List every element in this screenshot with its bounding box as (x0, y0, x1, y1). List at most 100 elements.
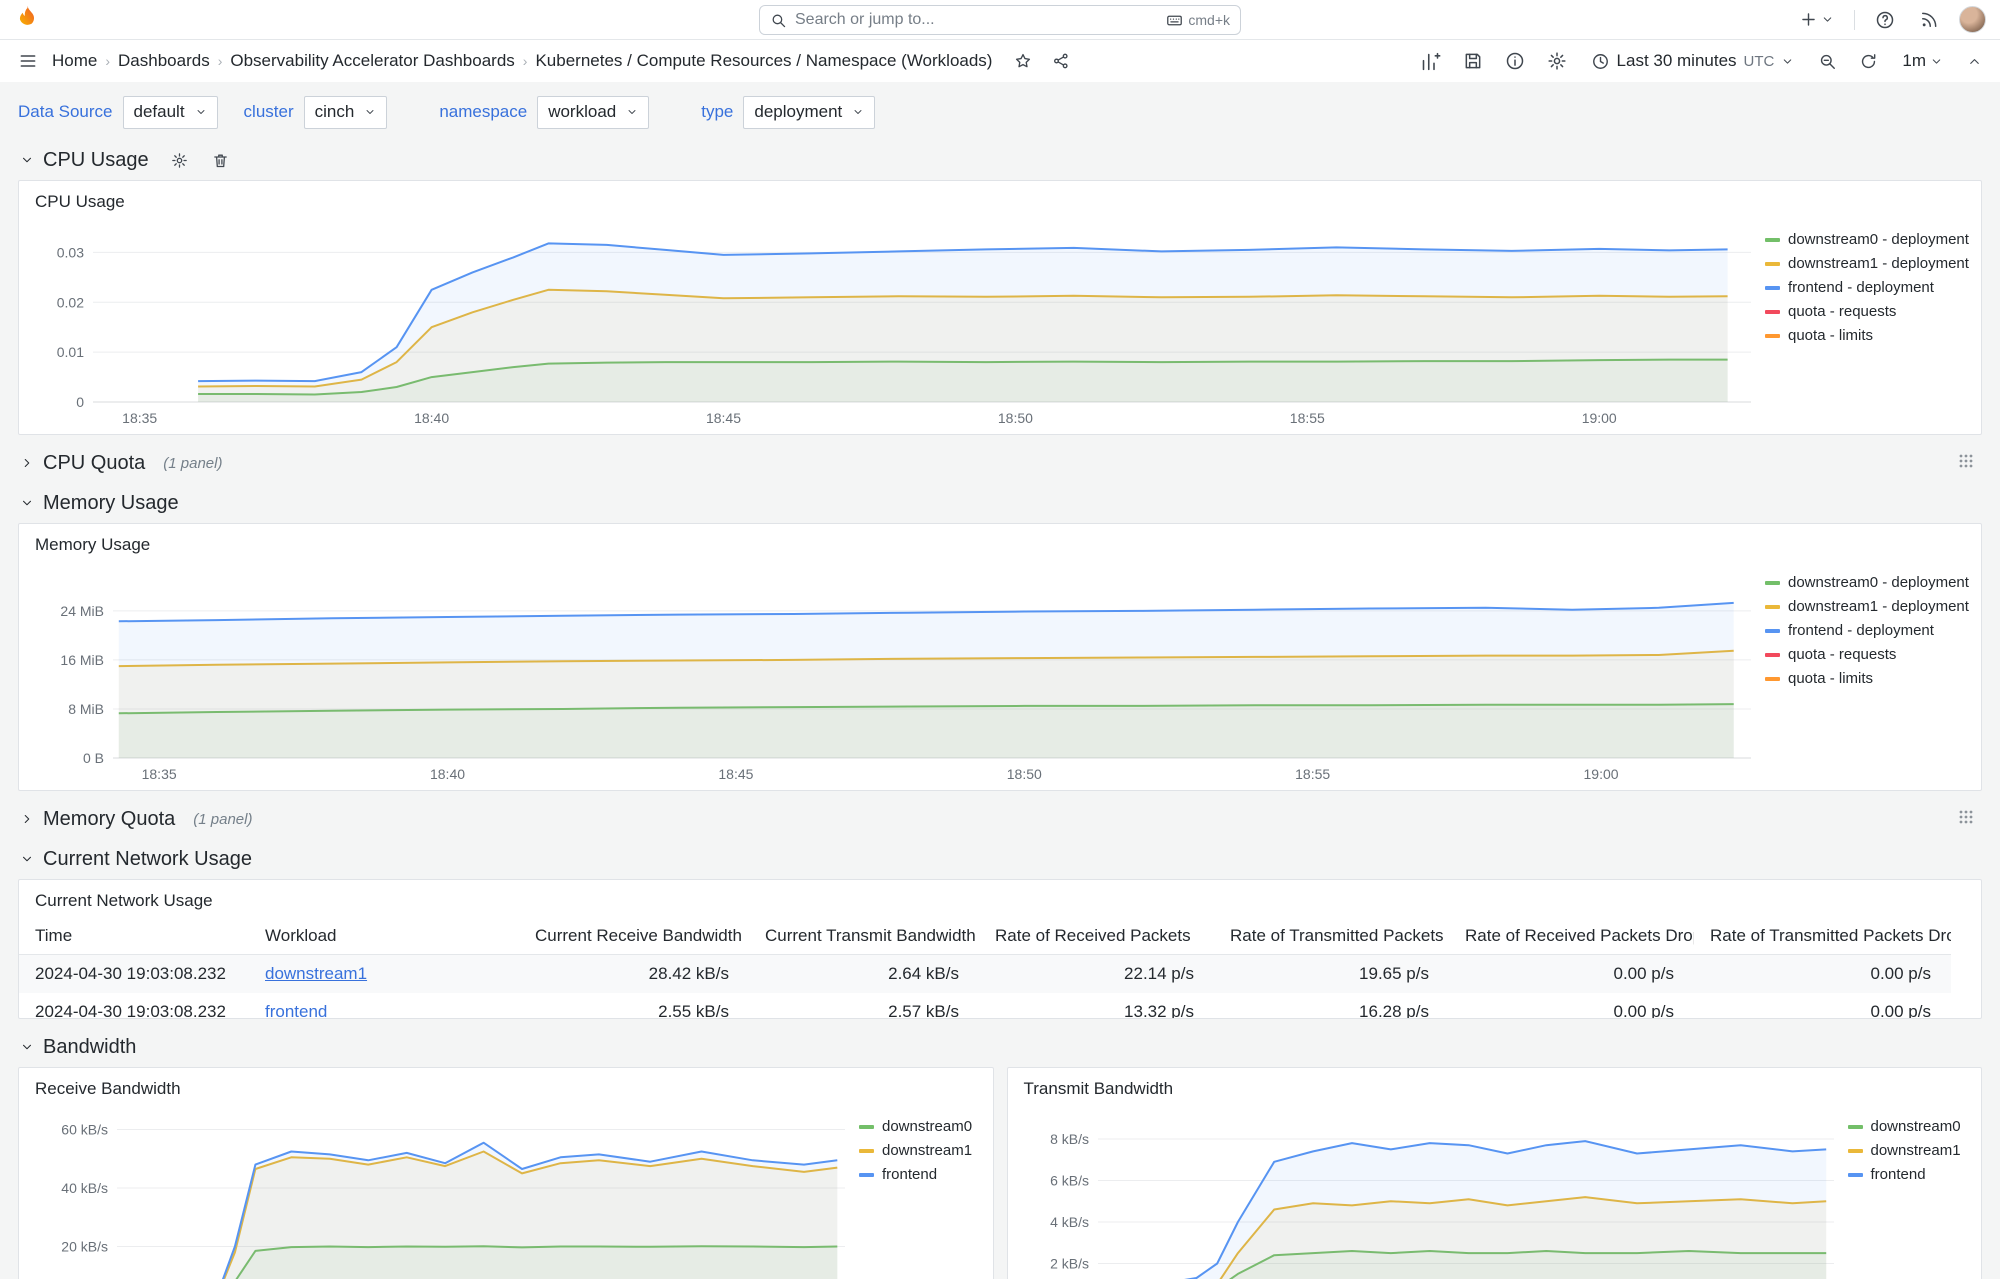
legend: downstream0 downstream1 frontend (1847, 1102, 1976, 1183)
column-header-workload[interactable]: Workload (249, 918, 519, 955)
drag-handle-icon[interactable] (1958, 453, 1974, 474)
legend-item[interactable]: frontend (1847, 1166, 1976, 1183)
row-delete-trash-button[interactable] (208, 148, 233, 173)
dashboard-canvas: Data Source default cluster cinch namesp… (0, 90, 2000, 1279)
variable-select-type[interactable]: deployment (743, 95, 876, 129)
column-header-received-packets[interactable]: Rate of Received Packets (979, 918, 1214, 955)
legend-item[interactable]: downstream0 - deployment (1765, 574, 1975, 591)
column-header-transmitted-dropped[interactable]: Rate of Transmitted Packets Drop (1694, 918, 1951, 955)
user-avatar[interactable] (1959, 6, 1986, 33)
svg-text:20 kB/s: 20 kB/s (61, 1239, 108, 1255)
legend-label: downstream0 (882, 1118, 973, 1135)
save-dashboard-button[interactable] (1459, 47, 1487, 75)
time-range-picker[interactable]: Last 30 minutes UTC (1585, 47, 1801, 75)
column-header-receive-bandwidth[interactable]: Current Receive Bandwidth (519, 918, 749, 955)
legend-item[interactable]: quota - requests (1765, 646, 1975, 663)
divider (1854, 9, 1855, 30)
panel-title[interactable]: CPU Usage (19, 181, 1981, 215)
cell-value: 2.64 kB/s (888, 964, 959, 983)
panel-title[interactable]: Receive Bandwidth (19, 1068, 993, 1102)
column-header-received-dropped[interactable]: Rate of Received Packets Droppe (1449, 918, 1694, 955)
section-header-cpu-quota[interactable]: CPU Quota (1 panel) (18, 443, 1982, 483)
cell-workload-link[interactable]: downstream1 (249, 955, 519, 994)
legend-label: downstream1 - deployment (1788, 255, 1969, 272)
variable-select-cluster[interactable]: cinch (303, 95, 388, 129)
legend-label: downstream1 (1870, 1142, 1961, 1159)
section-header-network-usage[interactable]: Current Network Usage (18, 839, 1982, 879)
panel-title[interactable]: Transmit Bandwidth (1008, 1068, 1982, 1102)
variable-select-namespace[interactable]: workload (537, 95, 650, 129)
search-shortcut: cmd+k (1166, 12, 1230, 29)
legend-item[interactable]: downstream0 (1847, 1118, 1976, 1135)
legend-item[interactable]: frontend - deployment (1765, 622, 1975, 639)
legend-item[interactable]: frontend - deployment (1765, 279, 1975, 296)
variable-label-datasource[interactable]: Data Source (18, 102, 113, 122)
panel-transmit-bandwidth: Transmit Bandwidth 0 B/s2 kB/s4 kB/s6 kB… (1006, 1067, 1982, 1279)
cpu-usage-chart[interactable]: 0 0.01 0.02 0.03 18:35 18:40 18:45 18:50 18:55 19… (29, 215, 1765, 430)
search-input[interactable] (795, 11, 1159, 29)
legend-item[interactable]: downstream0 (859, 1118, 987, 1135)
legend-item[interactable]: frontend (859, 1166, 987, 1183)
memory-usage-chart[interactable]: 0 B 8 MiB 16 MiB 24 MiB 18:35 18:40 18:45 18:50… (29, 558, 1765, 786)
share-button[interactable] (1048, 48, 1074, 74)
favorite-star-button[interactable] (1010, 48, 1036, 74)
refresh-interval-picker[interactable]: 1m (1896, 47, 1949, 75)
svg-text:18:45: 18:45 (718, 766, 753, 782)
cell-time: 2024-04-30 19:03:08.232 (35, 1002, 226, 1019)
row-settings-gear-button[interactable] (167, 148, 192, 173)
help-button[interactable] (1871, 6, 1899, 34)
drag-handle-icon[interactable] (1958, 809, 1974, 830)
zoom-out-button[interactable] (1814, 48, 1841, 75)
legend-item[interactable]: quota - limits (1765, 670, 1975, 687)
breadcrumb-dashboards[interactable]: Dashboards (118, 51, 210, 71)
panel-title[interactable]: Current Network Usage (19, 880, 1981, 914)
breadcrumb-folder[interactable]: Observability Accelerator Dashboards (230, 51, 514, 71)
panel-title[interactable]: Memory Usage (19, 524, 1981, 558)
legend-item[interactable]: downstream1 - deployment (1765, 255, 1975, 272)
legend-item[interactable]: downstream1 - deployment (1765, 598, 1975, 615)
dashboard-insights-button[interactable] (1501, 47, 1529, 75)
column-header-transmit-bandwidth[interactable]: Current Transmit Bandwidth (749, 918, 979, 955)
menu-toggle-button[interactable] (14, 47, 42, 75)
variable-select-datasource[interactable]: default (122, 95, 218, 129)
legend-item[interactable]: downstream1 (859, 1142, 987, 1159)
news-rss-button[interactable] (1915, 6, 1943, 34)
variable-label-type[interactable]: type (701, 102, 733, 122)
legend-label: quota - limits (1788, 327, 1874, 344)
legend-label: downstream1 (882, 1142, 973, 1159)
legend-swatch-icon (1765, 676, 1780, 681)
section-header-cpu-usage[interactable]: CPU Usage (18, 140, 1982, 180)
grafana-logo[interactable] (14, 4, 41, 36)
legend-label: frontend - deployment (1788, 622, 1934, 639)
svg-text:0 B: 0 B (83, 750, 104, 766)
cell-workload-link[interactable]: frontend (249, 993, 519, 1018)
variable-label-namespace[interactable]: namespace (439, 102, 527, 122)
legend-label: frontend (882, 1166, 938, 1183)
svg-text:18:55: 18:55 (1295, 766, 1330, 782)
section-header-bandwidth[interactable]: Bandwidth (18, 1027, 1982, 1067)
breadcrumb-home[interactable]: Home (52, 51, 97, 71)
section-header-memory-quota[interactable]: Memory Quota (1 panel) (18, 799, 1982, 839)
column-header-time[interactable]: Time (19, 918, 249, 955)
add-panel-button[interactable] (1416, 47, 1445, 76)
new-menu-button[interactable] (1795, 6, 1838, 33)
legend: downstream0 - deployment downstream1 - de… (1765, 558, 1975, 687)
global-search[interactable]: cmd+k (759, 5, 1241, 35)
transmit-bandwidth-chart[interactable]: 0 B/s2 kB/s4 kB/s6 kB/s8 kB/s18:3518:401… (1018, 1102, 1848, 1279)
variable-label-cluster[interactable]: cluster (244, 102, 294, 122)
column-header-transmitted-packets[interactable]: Rate of Transmitted Packets (1214, 918, 1449, 955)
legend-item[interactable]: downstream1 (1847, 1142, 1976, 1159)
time-range-label: Last 30 minutes (1616, 51, 1737, 70)
refresh-button[interactable] (1855, 48, 1882, 75)
panel-cpu-usage: CPU Usage 0 0.01 0.02 0.03 18:35 18:40 18:45 18… (18, 180, 1982, 435)
svg-text:16 MiB: 16 MiB (60, 652, 104, 668)
collapse-toolbar-button[interactable] (1963, 50, 1986, 73)
svg-text:19:00: 19:00 (1584, 766, 1619, 782)
legend-item[interactable]: quota - limits (1765, 327, 1975, 344)
legend-item[interactable]: quota - requests (1765, 303, 1975, 320)
dashboard-settings-button[interactable] (1543, 47, 1571, 75)
breadcrumb-dashboard-title[interactable]: Kubernetes / Compute Resources / Namespa… (535, 51, 992, 71)
receive-bandwidth-chart[interactable]: 0 B/s20 kB/s40 kB/s60 kB/s18:3518:4018:4… (29, 1102, 859, 1279)
section-header-memory-usage[interactable]: Memory Usage (18, 483, 1982, 523)
legend-item[interactable]: downstream0 - deployment (1765, 231, 1975, 248)
